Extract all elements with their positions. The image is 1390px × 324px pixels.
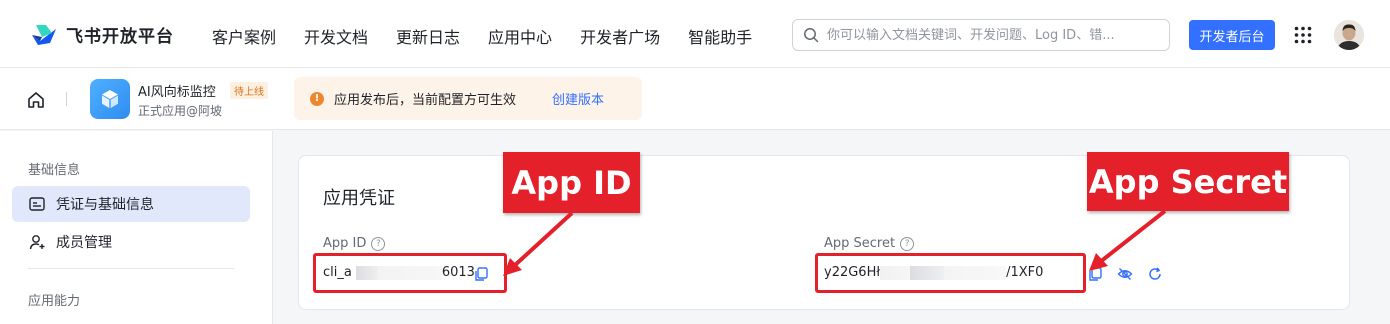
app-grid-icon[interactable] (1294, 26, 1312, 44)
cube-icon (102, 90, 118, 108)
credential-icon (29, 197, 45, 211)
hide-secret-icon[interactable] (1117, 266, 1133, 282)
help-icon[interactable]: ? (900, 236, 915, 251)
search-icon (804, 28, 819, 43)
feishu-logo-icon (32, 24, 56, 45)
app-secret-label-text: App Secret (824, 236, 896, 251)
app-id-label-text: App ID (323, 236, 367, 251)
create-version-link[interactable]: 创建版本 (552, 89, 604, 108)
user-avatar[interactable] (1334, 20, 1364, 50)
add-member-icon (29, 235, 45, 250)
main-nav: 客户案例 开发文档 更新日志 应用中心 开发者广场 智能助手 (212, 24, 780, 48)
brand-name: 飞书开放平台 (66, 27, 174, 47)
sidebar-item-members[interactable]: 成员管理 (12, 224, 250, 260)
search-box[interactable] (792, 19, 1170, 51)
app-owner: 正式应用@阿坡 (138, 104, 223, 118)
home-icon[interactable] (26, 90, 46, 110)
search-input[interactable] (827, 27, 1157, 43)
nav-item-assistant[interactable]: 智能助手 (688, 24, 752, 48)
sidebar: 基础信息 凭证与基础信息 成员管理 应用能力 (0, 131, 273, 324)
brand-logo[interactable]: 飞书开放平台 (30, 22, 174, 47)
app-id-callout: App ID (503, 152, 640, 213)
nav-item-docs[interactable]: 开发文档 (304, 24, 368, 48)
app-secret-highlight-box (815, 253, 1086, 293)
refresh-icon[interactable] (1147, 266, 1163, 282)
avatar-portrait-icon (1334, 20, 1364, 50)
nav-item-app-center[interactable]: 应用中心 (488, 24, 552, 48)
sidebar-group-basic: 基础信息 (28, 163, 81, 178)
nav-item-dev-plaza[interactable]: 开发者广场 (580, 24, 660, 48)
app-name: AI风向标监控 (138, 85, 216, 100)
help-icon[interactable]: ? (371, 236, 386, 251)
developer-console-button[interactable]: 开发者后台 (1189, 20, 1275, 50)
top-navigation-bar: 飞书开放平台 客户案例 开发文档 更新日志 应用中心 开发者广场 智能助手 开发… (0, 0, 1390, 68)
status-badge: 待上线 (230, 82, 268, 99)
app-header-bar: AI风向标监控 待上线 正式应用@阿坡 ! 应用发布后，当前配置方可生效 创建版… (0, 68, 1390, 130)
nav-item-changelog[interactable]: 更新日志 (396, 24, 460, 48)
app-id-highlight-box (313, 253, 507, 293)
app-secret-callout: App Secret (1087, 152, 1289, 211)
publish-notice: ! 应用发布后，当前配置方可生效 创建版本 (294, 77, 642, 120)
notice-text: 应用发布后，当前配置方可生效 (334, 93, 517, 108)
nav-item-cases[interactable]: 客户案例 (212, 24, 276, 48)
copy-icon[interactable] (1087, 266, 1103, 282)
app-icon (90, 79, 130, 119)
header-divider (66, 92, 67, 106)
sidebar-item-label: 凭证与基础信息 (56, 197, 154, 213)
sidebar-item-label: 成员管理 (56, 235, 112, 251)
sidebar-group-capabilities: 应用能力 (28, 294, 81, 309)
card-title: 应用凭证 (323, 188, 395, 209)
app-id-label: App ID ? (323, 236, 386, 251)
sidebar-item-credentials[interactable]: 凭证与基础信息 (12, 186, 250, 222)
app-secret-label: App Secret ? (824, 236, 915, 251)
warning-icon: ! (310, 91, 324, 106)
sidebar-divider (28, 268, 234, 269)
